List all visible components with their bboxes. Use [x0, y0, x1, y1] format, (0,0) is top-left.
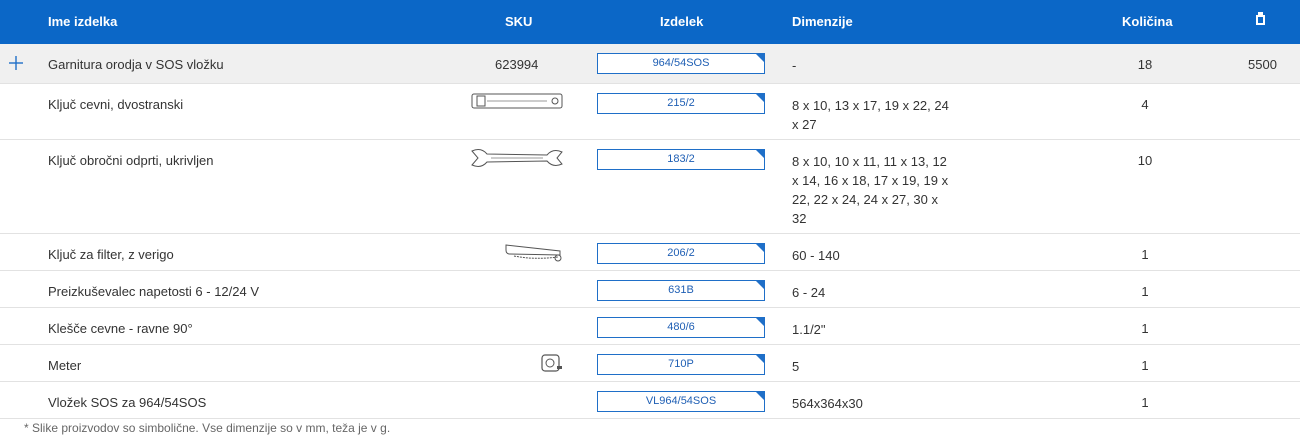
table-row: Vložek SOS za 964/54SOS VL964/54SOS 564x… — [0, 382, 1300, 419]
product-dimensions: 8 x 10, 10 x 11, 11 x 13, 12 x 14, 16 x … — [792, 154, 949, 226]
product-quantity: 1 — [1141, 395, 1149, 410]
product-dimensions: 564x364x30 — [792, 396, 863, 411]
column-header-quantity[interactable]: Količina — [1122, 14, 1173, 30]
table-row: Ključ za filter, z verigo 206/2 60 - 140… — [0, 234, 1300, 271]
product-sku: 623994 — [495, 57, 539, 72]
product-code-button[interactable]: 631B — [597, 280, 765, 301]
table-row: Meter 710P 5 1 — [0, 345, 1300, 382]
column-header-sku[interactable]: SKU — [505, 14, 532, 30]
product-quantity: 1 — [1141, 358, 1149, 373]
product-quantity: 1 — [1141, 321, 1149, 336]
plus-icon[interactable] — [8, 55, 24, 71]
footnote: * Slike proizvodov so simbolične. Vse di… — [24, 421, 391, 435]
tube-wrench-icon — [471, 91, 563, 114]
product-dimensions: 5 — [792, 359, 800, 374]
table-row: Klešče cevne - ravne 90° 480/6 1.1/2" 1 — [0, 308, 1300, 345]
column-header-name[interactable]: Ime izdelka — [48, 14, 117, 30]
product-name: Vložek SOS za 964/54SOS — [48, 395, 207, 410]
product-quantity: 4 — [1141, 97, 1149, 112]
product-quantity: 18 — [1137, 57, 1153, 72]
column-header-dimensions[interactable]: Dimenzije — [792, 14, 853, 30]
table-row: Garnitura orodja v SOS vložku 623994 964… — [0, 44, 1300, 84]
product-code-button[interactable]: VL964/54SOS — [597, 391, 765, 412]
flare-wrench-icon — [471, 147, 563, 172]
product-dimensions: - — [792, 58, 797, 73]
product-name: Garnitura orodja v SOS vložku — [48, 57, 224, 72]
product-code-button[interactable]: 710P — [597, 354, 765, 375]
product-name: Ključ za filter, z verigo — [48, 247, 174, 262]
product-code-button[interactable]: 206/2 — [597, 243, 765, 264]
product-quantity: 10 — [1137, 153, 1153, 168]
product-weight: 5500 — [1248, 57, 1277, 72]
tape-measure-icon — [541, 353, 563, 376]
chain-filter-wrench-icon — [504, 242, 564, 265]
product-quantity: 1 — [1141, 284, 1149, 299]
table-row: Preizkuševalec napetosti 6 - 12/24 V 631… — [0, 271, 1300, 308]
weight-icon — [1255, 12, 1266, 30]
product-name: Klešče cevne - ravne 90° — [48, 321, 193, 336]
product-quantity: 1 — [1141, 247, 1149, 262]
product-code-button[interactable]: 183/2 — [597, 149, 765, 170]
product-dimensions: 60 - 140 — [792, 248, 840, 263]
table-row: Ključ cevni, dvostranski 215/2 8 x 10, 1… — [0, 84, 1300, 140]
product-dimensions: 1.1/2" — [792, 322, 826, 337]
table-header: Ime izdelka SKU Izdelek Dimenzije Količi… — [0, 0, 1300, 44]
product-code-button[interactable]: 964/54SOS — [597, 53, 765, 74]
product-name: Preizkuševalec napetosti 6 - 12/24 V — [48, 284, 260, 299]
product-name: Ključ obročni odprti, ukrivljen — [48, 153, 214, 168]
table-row: Ključ obročni odprti, ukrivljen 183/2 8 … — [0, 140, 1300, 234]
product-code-button[interactable]: 480/6 — [597, 317, 765, 338]
product-code-button[interactable]: 215/2 — [597, 93, 765, 114]
column-header-product[interactable]: Izdelek — [660, 14, 703, 30]
product-dimensions: 6 - 24 — [792, 285, 826, 300]
product-name: Meter — [48, 358, 82, 373]
product-dimensions: 8 x 10, 13 x 17, 19 x 22, 24 x 27 — [792, 98, 949, 132]
product-name: Ključ cevni, dvostranski — [48, 97, 184, 112]
